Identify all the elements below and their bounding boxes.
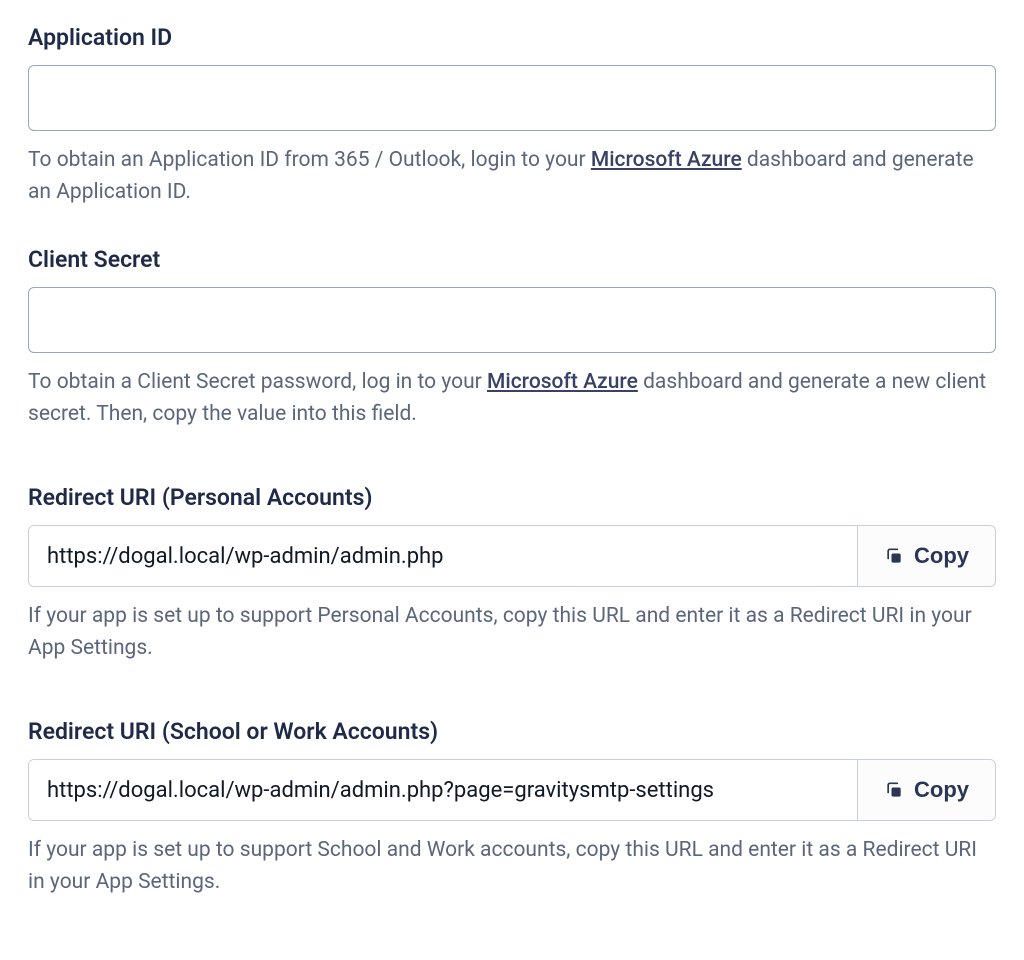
redirect-personal-copy-row: Copy: [28, 525, 996, 587]
application-id-help: To obtain an Application ID from 365 / O…: [28, 145, 996, 208]
copy-button-label: Copy: [914, 543, 969, 569]
application-id-label: Application ID: [28, 24, 996, 51]
application-id-field-group: Application ID To obtain an Application …: [28, 24, 996, 208]
redirect-school-field-group: Redirect URI (School or Work Accounts) C…: [28, 718, 996, 898]
redirect-school-copy-button[interactable]: Copy: [857, 760, 995, 820]
client-secret-help: To obtain a Client Secret password, log …: [28, 367, 996, 430]
client-secret-help-before: To obtain a Client Secret password, log …: [28, 370, 487, 394]
redirect-school-label: Redirect URI (School or Work Accounts): [28, 718, 996, 745]
redirect-school-copy-row: Copy: [28, 759, 996, 821]
client-secret-label: Client Secret: [28, 246, 996, 273]
copy-icon: [884, 780, 904, 800]
redirect-school-help: If your app is set up to support School …: [28, 835, 996, 898]
copy-icon: [884, 546, 904, 566]
client-secret-input[interactable]: [28, 287, 996, 353]
redirect-personal-help: If your app is set up to support Persona…: [28, 601, 996, 664]
microsoft-azure-link[interactable]: Microsoft Azure: [487, 370, 638, 394]
redirect-personal-label: Redirect URI (Personal Accounts): [28, 484, 996, 511]
application-id-help-before: To obtain an Application ID from 365 / O…: [28, 148, 591, 172]
redirect-personal-field-group: Redirect URI (Personal Accounts) Copy If…: [28, 484, 996, 664]
redirect-school-input[interactable]: [29, 760, 857, 820]
copy-button-label: Copy: [914, 777, 969, 803]
microsoft-azure-link[interactable]: Microsoft Azure: [591, 148, 742, 172]
application-id-input[interactable]: [28, 65, 996, 131]
redirect-personal-copy-button[interactable]: Copy: [857, 526, 995, 586]
redirect-personal-input[interactable]: [29, 526, 857, 586]
client-secret-field-group: Client Secret To obtain a Client Secret …: [28, 246, 996, 430]
